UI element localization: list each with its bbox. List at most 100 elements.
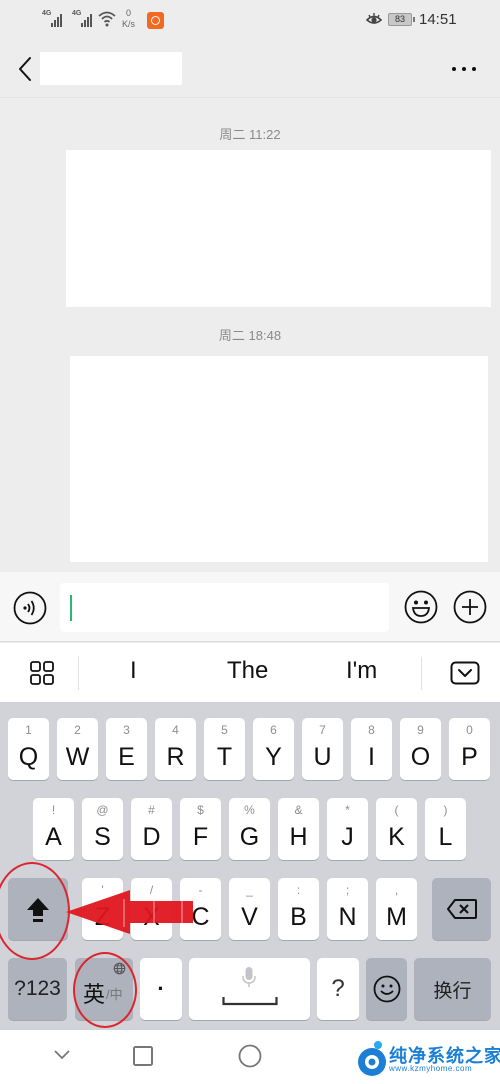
key-label: M: [386, 903, 407, 931]
signal-1-label: 4G: [42, 10, 52, 17]
symbols-key-label: ?123: [14, 977, 61, 1000]
key-label: B: [290, 903, 307, 931]
key-w[interactable]: 2W: [57, 718, 98, 780]
suggestion-bar: I The I'm: [0, 643, 500, 702]
period-key[interactable]: ·: [140, 958, 182, 1020]
system-nav-bar: 纯净系统之家 www.kzmyhome.com: [0, 1030, 500, 1084]
key-hint: 3: [123, 723, 130, 737]
key-n[interactable]: ; N: [327, 878, 368, 940]
key-i[interactable]: 8I: [351, 718, 392, 780]
chevron-left-icon[interactable]: [14, 54, 38, 84]
language-switch-key[interactable]: 英 /中: [75, 958, 133, 1020]
key-u[interactable]: 7U: [302, 718, 343, 780]
nav-home-icon[interactable]: [238, 1044, 262, 1068]
key-p[interactable]: 0P: [449, 718, 490, 780]
smiley-icon: [373, 975, 401, 1003]
key-label: R: [166, 743, 185, 771]
lang-primary-label: 英: [83, 982, 106, 1007]
status-time: 14:51: [419, 11, 457, 28]
more-dots-icon[interactable]: [448, 58, 480, 80]
question-key[interactable]: ?: [317, 958, 359, 1020]
key-k[interactable]: (K: [376, 798, 417, 860]
enter-key[interactable]: 换行: [414, 958, 491, 1020]
key-l[interactable]: ) L: [425, 798, 466, 860]
plus-icon[interactable]: [453, 590, 487, 624]
voice-icon[interactable]: [13, 591, 47, 625]
suggestion-item[interactable]: I'm: [346, 657, 377, 685]
key-e[interactable]: 3E: [106, 718, 147, 780]
key-hint: 4: [172, 723, 179, 737]
key-r[interactable]: 4R: [155, 718, 196, 780]
eye-comfort-icon: [365, 13, 383, 24]
backspace-key[interactable]: [432, 878, 491, 940]
key-label: W: [65, 743, 90, 771]
message-card[interactable]: [70, 356, 488, 562]
key-hint: ,: [394, 883, 399, 897]
chat-area[interactable]: 周二 11:22 周二 18:48: [0, 99, 500, 572]
backspace-icon: [447, 899, 477, 919]
key-hint: 6: [270, 723, 277, 737]
key-b[interactable]: :B: [278, 878, 319, 940]
grid-icon[interactable]: [29, 660, 55, 686]
key-label: G: [239, 823, 260, 851]
battery-indicator: 83: [388, 13, 415, 26]
net-speed-value: 0: [126, 8, 132, 18]
key-hint: 5: [221, 723, 228, 737]
shift-key[interactable]: [8, 878, 68, 940]
key-hint: *: [345, 803, 350, 817]
key-label: J: [341, 823, 354, 851]
key-t[interactable]: 5T: [204, 718, 245, 780]
lang-secondary-label: /中: [106, 987, 123, 1002]
key-hint: _: [246, 883, 253, 897]
key-h[interactable]: & H: [278, 798, 319, 860]
space-key[interactable]: [189, 958, 310, 1020]
key-o[interactable]: 9O: [400, 718, 441, 780]
keyboard-collapse-icon[interactable]: [450, 661, 480, 685]
key-j[interactable]: * J: [327, 798, 368, 860]
key-a[interactable]: ! A: [33, 798, 74, 860]
key-label: H: [289, 823, 308, 851]
key-s[interactable]: @ S: [82, 798, 123, 860]
signal-2-icon: 4G: [72, 10, 92, 27]
key-hint: %: [244, 803, 255, 817]
watermark-logo-icon: [358, 1041, 386, 1076]
key-hint: #: [148, 803, 155, 817]
emoji-key[interactable]: [366, 958, 407, 1020]
nav-recents-icon[interactable]: [132, 1045, 154, 1067]
key-f[interactable]: $ F: [180, 798, 221, 860]
text-caret: [70, 595, 72, 621]
key-hint: 1: [25, 723, 32, 737]
soft-keyboard: 1Q2W3E4R5T6Y7U8I9O0P ! A @ S # D $ F% G & H * J(K) L …: [0, 702, 500, 1030]
key-v[interactable]: _ V: [229, 878, 270, 940]
key-label: E: [118, 743, 135, 771]
key-label: L: [438, 823, 453, 851]
chat-header: [0, 40, 500, 98]
key-hint: (: [394, 803, 399, 817]
suggestion-item[interactable]: The: [227, 657, 268, 685]
microphone-icon: [242, 967, 256, 987]
key-m[interactable]: ,M: [376, 878, 417, 940]
symbols-key[interactable]: ?123: [8, 958, 67, 1020]
key-hint: 2: [74, 723, 81, 737]
key-label: A: [45, 823, 62, 851]
period-key-label: ·: [157, 976, 165, 1001]
key-q[interactable]: 1Q: [8, 718, 49, 780]
key-label: Y: [265, 743, 282, 771]
message-input[interactable]: [60, 583, 389, 632]
chat-title: [40, 52, 182, 85]
key-g[interactable]: % G: [229, 798, 270, 860]
message-input-bar: [0, 572, 500, 642]
key-label: U: [313, 743, 332, 771]
key-y[interactable]: 6Y: [253, 718, 294, 780]
key-label: P: [461, 743, 478, 771]
message-timestamp: 周二 18:48: [218, 328, 282, 343]
emoji-icon[interactable]: [404, 590, 438, 624]
key-label: O: [410, 743, 431, 771]
globe-icon: [113, 962, 126, 975]
nav-back-icon[interactable]: [52, 1047, 72, 1061]
key-d[interactable]: # D: [131, 798, 172, 860]
message-card[interactable]: [66, 150, 491, 307]
suggestion-item[interactable]: I: [130, 657, 137, 685]
net-speed-unit: K/s: [122, 19, 136, 29]
divider: [421, 657, 422, 690]
